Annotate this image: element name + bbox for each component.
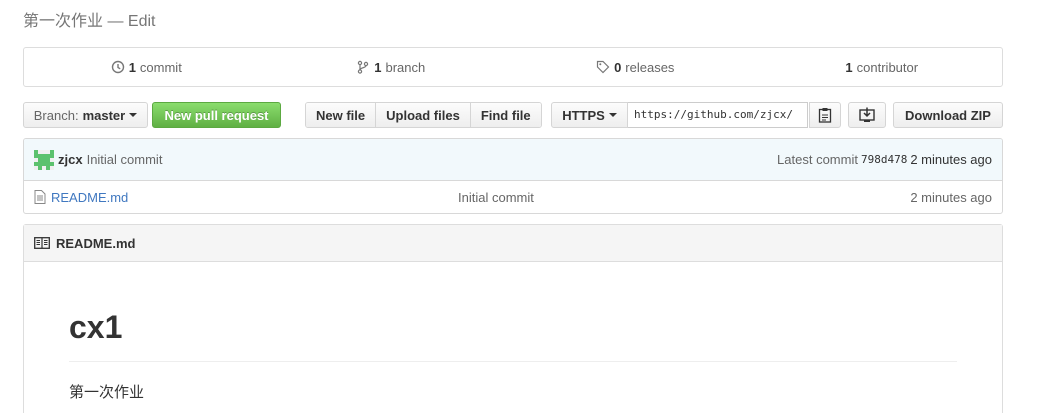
upload-files-button[interactable]: Upload files [375,103,470,127]
commits-summary[interactable]: 1 commit [24,48,269,86]
commit-author-link[interactable]: zjcx [58,152,83,167]
caret-down-icon [129,113,138,117]
latest-commit-label: Latest commit [777,152,858,167]
releases-count: 0 [614,59,622,75]
readme-header: README.md [24,225,1002,262]
commit-sha-link[interactable]: 798d478 [861,153,907,166]
find-file-button[interactable]: Find file [469,103,541,127]
book-icon [34,237,50,249]
readme-heading: cx1 [69,309,123,345]
file-name-link[interactable]: README.md [51,190,128,205]
tag-icon [596,60,610,74]
commit-age: 2 minutes ago [910,152,992,167]
open-in-desktop-button[interactable] [848,102,886,128]
clone-url-input[interactable]: https://github.com/zjcx/ [628,102,808,128]
commit-message-link[interactable]: Initial commit [87,152,163,167]
releases-summary[interactable]: 0 releases [513,48,758,86]
avatar-identicon[interactable] [34,149,54,170]
new-file-button[interactable]: New file [306,103,376,127]
readme-body-text: 第一次作业 [69,384,145,401]
latest-commit-bar: zjcx Initial commit Latest commit 798d47… [24,139,1002,181]
clone-protocol-button[interactable]: HTTPS [551,102,628,128]
caret-down-icon [608,113,617,117]
new-pull-request-button[interactable]: New pull request [152,102,281,128]
clone-url-group: HTTPS https://github.com/zjcx/ [551,102,808,128]
desktop-download-icon [859,107,875,122]
file-actions-group: New file Upload files Find file [305,102,542,128]
repo-summary-bar: 1 commit 1 branch 0 releases 1 contribut… [23,47,1003,87]
commits-label: commit [139,59,182,75]
history-icon [111,60,124,74]
file-row: README.md Initial commit 2 minutes ago [24,181,1002,213]
file-list: zjcx Initial commit Latest commit 798d47… [23,138,1003,214]
contributors-count: 1 [845,59,853,75]
branch-select-button[interactable]: Branch: master [23,102,148,128]
file-commit-message-link[interactable]: Initial commit [458,190,534,205]
file-commit-age: 2 minutes ago [910,189,992,205]
branch-icon [358,60,369,74]
releases-label: releases [625,59,675,75]
commits-count: 1 [128,59,136,75]
readme-panel: README.md cx1 第一次作业 [23,224,1003,413]
file-icon [34,190,46,204]
contributors-label: contributor [856,59,919,75]
branches-summary[interactable]: 1 branch [269,48,514,86]
branches-count: 1 [374,59,382,75]
copy-clone-url-button[interactable] [809,102,841,128]
branches-label: branch [385,59,426,75]
branch-name: master [82,107,126,123]
contributors-summary[interactable]: 1 contributor [758,48,1003,86]
branch-prefix: Branch: [33,107,79,123]
download-zip-button[interactable]: Download ZIP [893,102,1003,128]
readme-divider [69,361,957,362]
readme-filename: README.md [56,235,136,251]
clone-protocol-label: HTTPS [562,107,605,123]
repo-description: 第一次作业 — Edit [23,13,156,30]
clipboard-icon [818,108,832,123]
